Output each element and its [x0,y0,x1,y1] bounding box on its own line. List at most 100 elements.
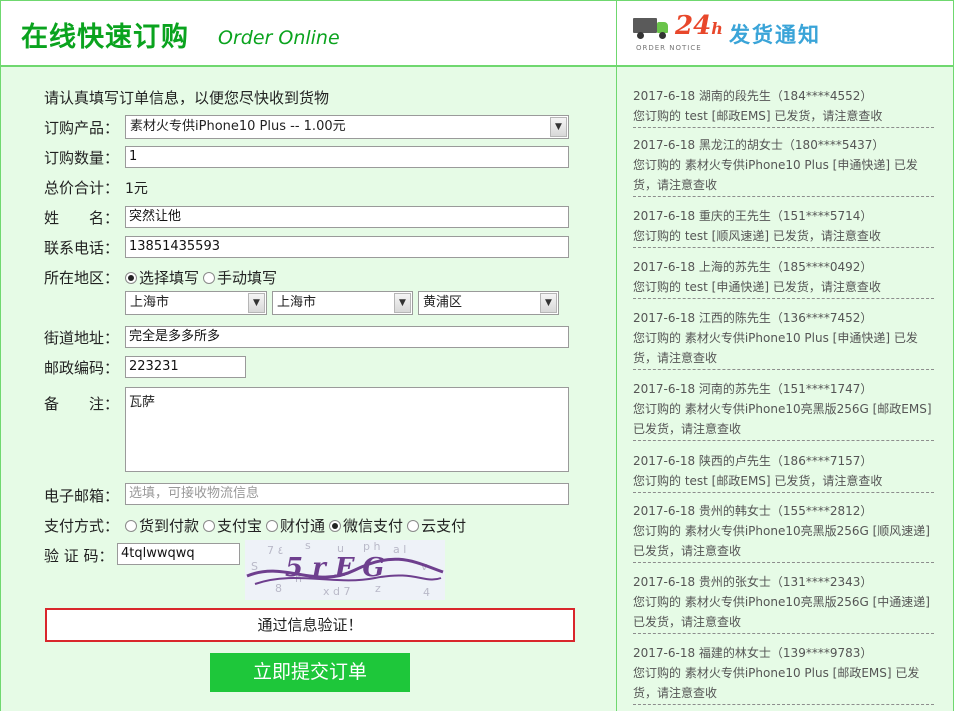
city-select[interactable]: 上海市 ▼ [272,291,413,315]
zip-input[interactable]: 223231 [125,356,246,378]
notice-item: 2017-6-18 湖南的段先生（184****4552） 您订购的 test [… [633,86,934,128]
captcha-graphic: 7 ٤sup ha l 8hx d 7z4 Sv 5 r F G [246,540,444,599]
svg-text:s: s [305,540,311,552]
region-mode-select[interactable]: 选择填写 [125,267,199,288]
order-form: 请认真填写订单信息，以便您尽快收到货物 订购产品： 素材火专供iPhone10 … [0,67,617,711]
zip-label: 邮政编码： [44,359,120,377]
city-value: 上海市 [277,295,317,310]
order-title-en: Order Online [218,27,340,49]
chevron-down-icon: ▼ [394,293,411,313]
radio-checked-icon [329,519,342,532]
truck-icon [633,18,669,40]
notice-line-2: 您订购的 素材火专供iPhone10亮黑版256G [中通速递] [633,595,930,609]
notice-line-1: 2017-6-18 河南的苏先生（151****1747） [633,382,873,396]
verification-message: 通过信息验证！ [45,608,575,642]
order-page: 在线快速订购 Order Online ORDER NOTICE 24h 发货通… [0,0,954,711]
svg-text:z: z [375,582,381,595]
district-select[interactable]: 黄浦区 ▼ [418,291,559,315]
phone-label: 联系电话： [44,239,120,257]
email-label: 电子邮箱： [44,487,120,505]
total-label: 总价合计： [44,179,120,197]
shipping-notice-list: 2017-6-18 湖南的段先生（184****4552） 您订购的 test [… [617,67,954,711]
region-mode-group: 选择填写 手动填写 [125,267,281,288]
notice-line-2: 您订购的 test [邮政EMS] 已发货，请注意查收 [633,109,883,123]
notice-line-3: 已发货，请注意查收 [633,544,742,558]
remark-label: 备 注： [44,395,120,413]
notice-line-2: 您订购的 素材火专供iPhone10 Plus [邮政EMS] 已发 [633,666,920,680]
region-mode-manual[interactable]: 手动填写 [203,267,277,288]
notice-line-2: 您订购的 素材火专供iPhone10 Plus [申通快递] 已发 [633,331,918,345]
notice-line-2: 您订购的 素材火专供iPhone10亮黑版256G [顺风速递] [633,524,930,538]
svg-text:x d 7: x d 7 [323,585,350,598]
province-value: 上海市 [130,295,170,310]
notice-item: 2017-6-18 福建的林女士（139****9783） 您订购的 素材火专供i… [633,643,934,705]
product-select-value: 素材火专供iPhone10 Plus -- 1.00元 [130,119,346,134]
notice-line-1: 2017-6-18 福建的林女士（139****9783） [633,646,873,660]
payment-group: 货到付款 支付宝 财付通 微信支付 云支付 [125,515,470,536]
quantity-label: 订购数量： [44,149,120,167]
province-select[interactable]: 上海市 ▼ [125,291,267,315]
notice-line-3: 货，请注意查收 [633,686,718,700]
notice-item: 2017-6-18 贵州的张女士（131****2343） 您订购的 素材火专供i… [633,572,934,634]
name-input[interactable]: 突然让他 [125,206,569,228]
notice-line-1: 2017-6-18 黑龙江的胡女士（180****5437） [633,138,885,152]
product-select[interactable]: 素材火专供iPhone10 Plus -- 1.00元 ▼ [125,115,569,139]
email-input[interactable]: 选填，可接收物流信息 [125,483,569,505]
chevron-down-icon: ▼ [550,117,567,137]
total-value: 1元 [125,181,148,197]
order-notice-caption: ORDER NOTICE [636,44,702,52]
captcha-label: 验 证 码： [44,547,114,565]
order-header: 在线快速订购 Order Online [0,0,617,67]
notice-line-1: 2017-6-18 江西的陈先生（136****7452） [633,311,873,325]
pay-option-alipay[interactable]: 支付宝 [203,515,262,536]
captcha-input[interactable]: 4tqlwwqwq [117,543,240,565]
notice-line-2: 您订购的 test [顺风速递] 已发货，请注意查收 [633,229,881,243]
notice-line-2: 您订购的 test [邮政EMS] 已发货，请注意查收 [633,474,883,488]
pay-option-cod[interactable]: 货到付款 [125,515,199,536]
radio-unchecked-icon [203,271,216,284]
form-intro: 请认真填写订单信息，以便您尽快收到货物 [44,89,330,107]
region-label: 所在地区： [44,269,120,287]
street-label: 街道地址： [44,329,120,347]
notice-line-3: 货，请注意查收 [633,351,718,365]
phone-input[interactable]: 13851435593 [125,236,569,258]
notice-line-2: 您订购的 素材火专供iPhone10亮黑版256G [邮政EMS] [633,402,932,416]
pay-option-wechat[interactable]: 微信支付 [329,515,403,536]
notice-line-3: 已发货，请注意查收 [633,422,742,436]
svg-text:p h: p h [363,540,380,553]
shipping-header: ORDER NOTICE 24h 发货通知 [617,0,954,67]
svg-text:a l: a l [393,543,406,556]
pay-label: 支付方式： [44,517,120,535]
pay-option-cloud[interactable]: 云支付 [407,515,466,536]
captcha-text: 5 r F G [285,553,385,583]
notice-line-1: 2017-6-18 重庆的王先生（151****5714） [633,209,873,223]
notice-item: 2017-6-18 江西的陈先生（136****7452） 您订购的 素材火专供i… [633,308,934,370]
notice-line-1: 2017-6-18 贵州的韩女士（155****2812） [633,504,873,518]
svg-text:4: 4 [423,586,430,599]
notice-item: 2017-6-18 黑龙江的胡女士（180****5437） 您订购的 素材火专供… [633,135,934,197]
quantity-input[interactable]: 1 [125,146,569,168]
notice-line-3: 已发货，请注意查收 [633,615,742,629]
pay-option-tenpay[interactable]: 财付通 [266,515,325,536]
notice-item: 2017-6-18 贵州的韩女士（155****2812） 您订购的 素材火专供i… [633,501,934,563]
radio-unchecked-icon [407,519,420,532]
captcha-image[interactable]: 7 ٤sup ha l 8hx d 7z4 Sv 5 r F G [245,540,445,600]
notice-line-1: 2017-6-18 贵州的张女士（131****2343） [633,575,873,589]
notice-line-2: 您订购的 素材火专供iPhone10 Plus [申通快递] 已发 [633,158,918,172]
notice-line-1: 2017-6-18 上海的苏先生（185****0492） [633,260,873,274]
notice-item: 2017-6-18 陕西的卢先生（186****7157） 您订购的 test [… [633,451,934,493]
order-title-cn: 在线快速订购 [21,22,189,53]
logo-24h: 24h [675,11,723,41]
svg-text:7 ٤: 7 ٤ [267,544,284,557]
district-value: 黄浦区 [423,295,463,310]
street-input[interactable]: 完全是多多所多 [125,326,569,348]
shipping-notice-title: 发货通知 [729,23,821,47]
notice-item: 2017-6-18 河南的苏先生（151****1747） 您订购的 素材火专供i… [633,379,934,441]
submit-order-button[interactable]: 立即提交订单 [210,653,410,692]
radio-unchecked-icon [203,519,216,532]
notice-line-3: 货，请注意查收 [633,178,718,192]
notice-line-2: 您订购的 test [申通快递] 已发货，请注意查收 [633,280,881,294]
remark-textarea[interactable]: 瓦萨 [125,387,569,472]
svg-text:8: 8 [275,582,282,595]
chevron-down-icon: ▼ [248,293,265,313]
